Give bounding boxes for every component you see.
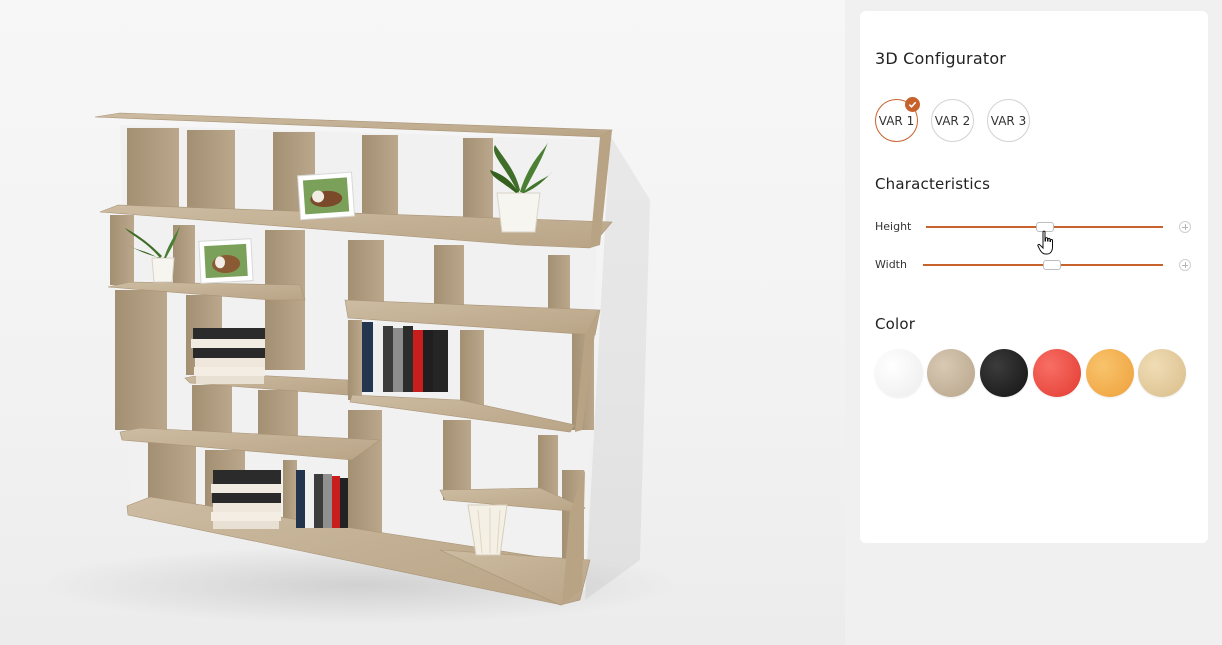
color-swatch-black[interactable] (980, 349, 1028, 397)
variant-3-button[interactable]: VAR 3 (987, 99, 1030, 142)
color-swatch-white[interactable] (875, 349, 923, 397)
color-swatch-light-wood[interactable] (1138, 349, 1186, 397)
variant-1-label: VAR 1 (878, 113, 915, 128)
width-plus-icon[interactable] (1179, 259, 1191, 271)
color-swatch-orange[interactable] (1086, 349, 1134, 397)
width-label: Width (875, 258, 907, 271)
characteristics-title: Characteristics (875, 175, 991, 193)
panel-title: 3D Configurator (875, 49, 1007, 68)
width-slider-thumb[interactable] (1043, 260, 1061, 270)
height-plus-icon[interactable] (1179, 221, 1191, 233)
check-icon (905, 97, 920, 112)
variant-1-button[interactable]: VAR 1 (875, 97, 920, 142)
color-swatch-red[interactable] (1033, 349, 1081, 397)
variant-3-label: VAR 3 (990, 113, 1027, 128)
3d-viewport[interactable] (0, 0, 845, 645)
variant-2-label: VAR 2 (934, 113, 971, 128)
variant-2-button[interactable]: VAR 2 (931, 99, 974, 142)
height-label: Height (875, 220, 912, 233)
color-swatch-beige[interactable] (927, 349, 975, 397)
configurator-panel: 3D Configurator VAR 1 VAR 2 VAR 3 Charac… (860, 11, 1208, 543)
hand-cursor-icon (1037, 230, 1057, 260)
bookshelf-model[interactable] (0, 0, 845, 645)
color-title: Color (875, 315, 916, 333)
